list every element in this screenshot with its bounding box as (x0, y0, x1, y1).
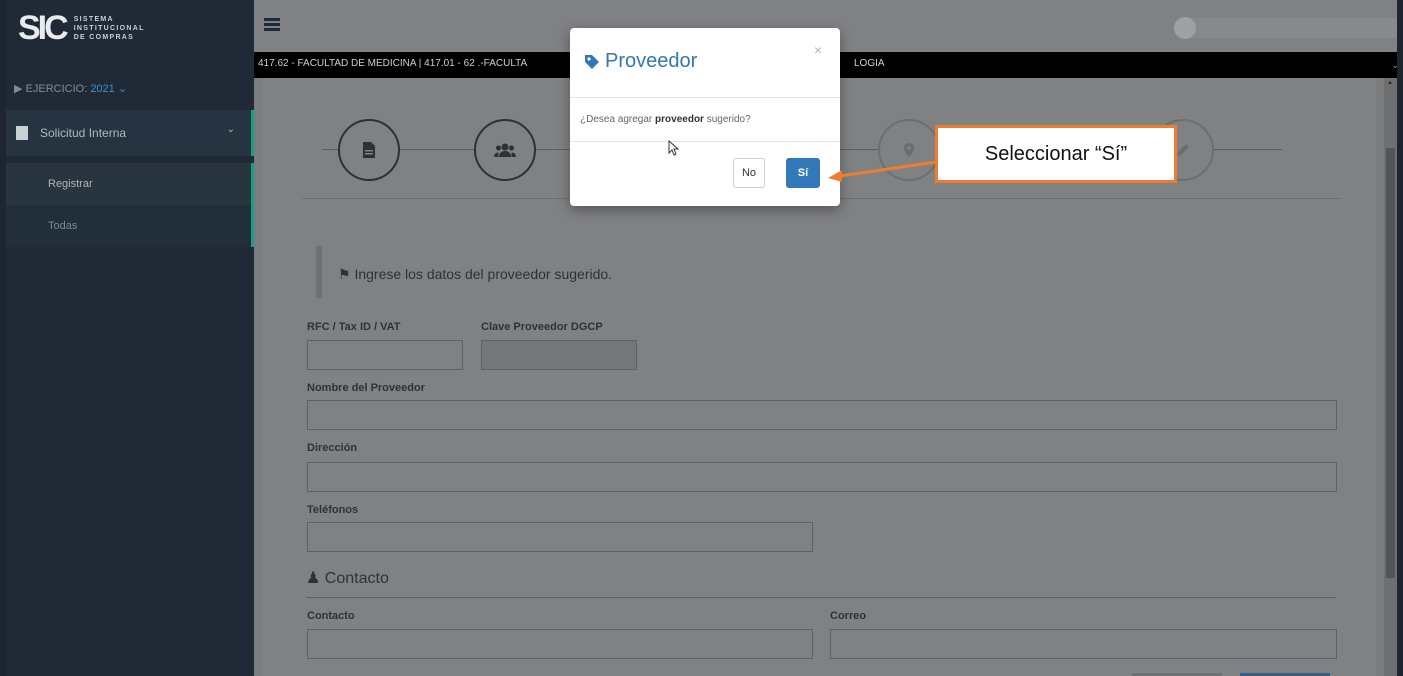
logo-line: SISTEMA (73, 15, 114, 23)
logo-text: SISTEMA INSTITUCIONAL DE COMPRAS (74, 15, 145, 42)
sidebar-item-label: Registrar (48, 178, 93, 190)
contacto-label: Contacto (307, 610, 355, 622)
document-icon (363, 142, 375, 158)
users-icon (494, 143, 516, 157)
user-menu[interactable] (1176, 18, 1402, 38)
menu-title: Solicitud Interna (40, 126, 127, 140)
close-icon[interactable]: × (814, 42, 822, 58)
scrollbar[interactable]: ▲ (1384, 78, 1397, 676)
contact-section-title: ♟ Contacto (306, 568, 389, 588)
logo-line: DE COMPRAS (73, 33, 135, 41)
logo[interactable]: SIC SISTEMA INSTITUCIONAL DE COMPRAS (18, 8, 145, 48)
question-pre: ¿Desea agregar (580, 114, 653, 125)
direccion-input[interactable] (307, 462, 1337, 492)
pencil-icon (1177, 144, 1189, 156)
question-post: sugerido? (706, 114, 751, 125)
clave-input (481, 340, 637, 370)
scroll-up-icon[interactable]: ▲ (1387, 80, 1393, 86)
tag-icon (585, 55, 599, 69)
nombre-label: Nombre del Proveedor (307, 382, 425, 394)
window-edge (1397, 0, 1403, 676)
question-bold: proveedor (655, 114, 704, 125)
clave-label: Clave Proveedor DGCP (481, 321, 603, 333)
menu-solicitud-interna[interactable]: Solicitud Interna ⌄ (6, 110, 254, 156)
callout-arrow-icon (828, 160, 937, 182)
exercise-label: ▶ EJERCICIO: (14, 83, 88, 95)
no-button[interactable]: No (733, 158, 765, 188)
avatar[interactable] (1174, 17, 1196, 39)
step-users[interactable] (474, 119, 536, 181)
hamburger-icon[interactable] (264, 18, 280, 32)
telefonos-input[interactable] (307, 522, 813, 552)
modal-title: Proveedor (605, 50, 698, 72)
sidebar: SIC SISTEMA INSTITUCIONAL DE COMPRAS ▶ E… (6, 0, 254, 676)
contacto-input[interactable] (307, 629, 813, 659)
direccion-label: Dirección (307, 442, 358, 454)
scrollbar-thumb[interactable] (1386, 148, 1395, 578)
info-message: ⚑ Ingrese los datos del proveedor sugeri… (338, 266, 612, 283)
correo-label: Correo (830, 610, 867, 622)
modal-header: Proveedor × (570, 28, 840, 98)
logo-line: INSTITUCIONAL (73, 24, 145, 32)
document-icon (16, 126, 28, 140)
modal-body: ¿Desea agregar proveedor sugerido? (570, 98, 840, 142)
telefonos-label: Teléfonos (307, 504, 359, 516)
correo-input[interactable] (830, 629, 1337, 659)
breadcrumb-tail: LOGIA (854, 58, 885, 69)
instruction-callout: Seleccionar “Sí” (935, 125, 1177, 183)
breadcrumb-text: 417.62 - FACULTAD DE MEDICINA | 417.01 -… (258, 58, 528, 69)
sidebar-item-registrar[interactable]: Registrar (6, 163, 254, 205)
chevron-down-icon: ⌄ (226, 124, 235, 135)
exercise-year[interactable]: 2021 ⌄ (90, 83, 127, 95)
contact-section-label: Contacto (324, 570, 389, 587)
nombre-input[interactable] (307, 400, 1337, 430)
rfc-label: RFC / Tax ID / VAT (307, 321, 401, 333)
step-document[interactable] (338, 119, 400, 181)
divider (306, 597, 1336, 598)
logo-mark: SIC (18, 8, 69, 47)
tag-icon: ⚑ (338, 266, 351, 282)
info-bar (316, 246, 322, 298)
map-pin-icon (904, 143, 914, 157)
rfc-input[interactable] (307, 340, 463, 370)
mouse-cursor-icon (668, 140, 680, 156)
info-text: Ingrese los datos del proveedor sugerido… (354, 266, 613, 282)
sidebar-item-todas[interactable]: Todas (6, 205, 254, 247)
callout-text: Seleccionar “Sí” (984, 142, 1128, 165)
proveedor-modal: Proveedor × ¿Desea agregar proveedor sug… (570, 28, 840, 206)
sidebar-item-label: Todas (48, 220, 78, 232)
user-icon: ♟ (306, 570, 321, 587)
exercise-selector[interactable]: ▶ EJERCICIO: 2021 ⌄ (14, 82, 127, 95)
si-button[interactable]: Sí (786, 158, 820, 188)
